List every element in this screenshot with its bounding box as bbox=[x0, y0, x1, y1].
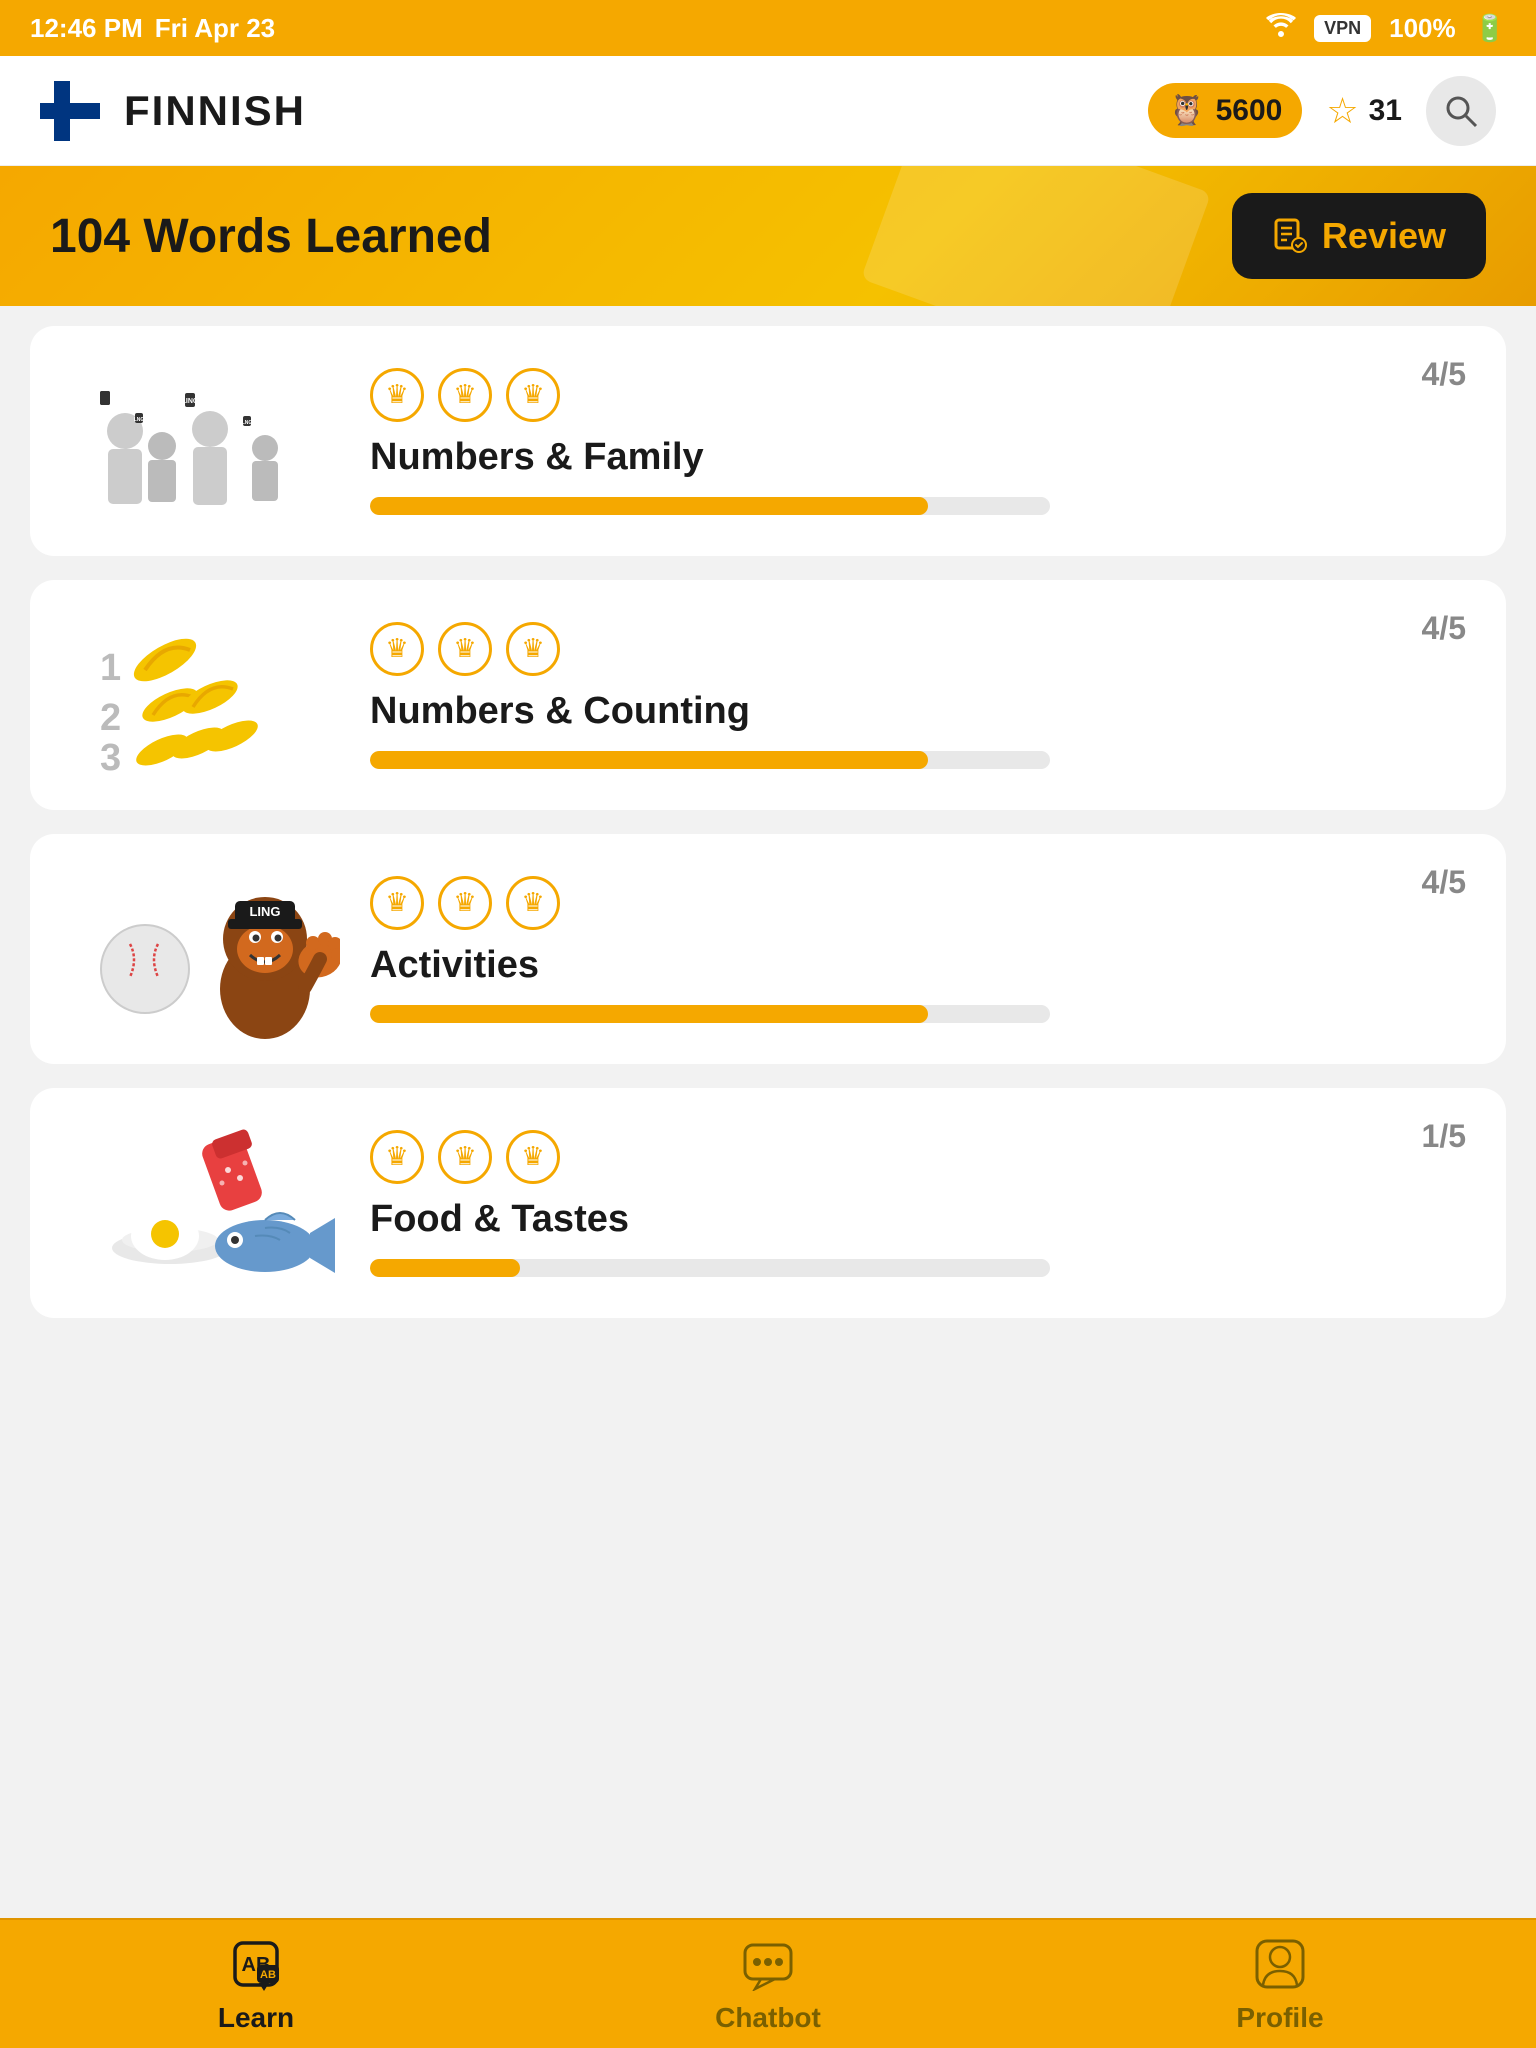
banana-illustration: 1 2 3 bbox=[80, 615, 340, 775]
profile-icon bbox=[1250, 1934, 1310, 1994]
lesson-card-2[interactable]: LING ♛ ♛ ♛ Activities 4/5 bbox=[30, 834, 1506, 1064]
card-illustration-0: LING LNG LING LNG bbox=[70, 356, 350, 526]
card-progress-bar-3 bbox=[370, 1259, 1050, 1277]
battery-display: 100% bbox=[1389, 13, 1456, 44]
lesson-card-3[interactable]: ♛ ♛ ♛ Food & Tastes 1/5 bbox=[30, 1088, 1506, 1318]
card-illustration-2: LING bbox=[70, 864, 350, 1034]
learn-label: Learn bbox=[218, 2002, 294, 2034]
card-score-3: 1/5 bbox=[1422, 1118, 1466, 1155]
profile-label: Profile bbox=[1236, 2002, 1323, 2034]
card-title-0: Numbers & Family bbox=[370, 436, 1466, 479]
card-progress-fill-0 bbox=[370, 497, 928, 515]
nav-learn[interactable]: AB AB Learn bbox=[0, 1934, 512, 2034]
crown-3d: ♛ bbox=[506, 1130, 560, 1184]
card-score-2: 4/5 bbox=[1422, 864, 1466, 901]
svg-text:AB: AB bbox=[260, 1969, 276, 1981]
svg-text:1: 1 bbox=[100, 647, 121, 689]
crown-1: ♛ bbox=[370, 368, 424, 422]
card-crowns-1: ♛ ♛ ♛ bbox=[370, 622, 1466, 676]
crown-1b: ♛ bbox=[370, 622, 424, 676]
search-button[interactable] bbox=[1426, 76, 1496, 146]
review-button[interactable]: Review bbox=[1232, 193, 1486, 279]
food-illustration bbox=[80, 1118, 340, 1288]
language-title: FINNISH bbox=[124, 87, 306, 135]
card-progress-fill-2 bbox=[370, 1005, 928, 1023]
crown-2: ♛ bbox=[438, 368, 492, 422]
search-icon bbox=[1444, 94, 1478, 128]
card-content-3: ♛ ♛ ♛ Food & Tastes bbox=[350, 1130, 1466, 1277]
lesson-card-0[interactable]: LING LNG LING LNG bbox=[30, 326, 1506, 556]
time-display: 12:46 PM bbox=[30, 13, 143, 44]
card-progress-bar-0 bbox=[370, 497, 1050, 515]
crown-3: ♛ bbox=[506, 368, 560, 422]
crown-3c: ♛ bbox=[506, 876, 560, 930]
crown-3b: ♛ bbox=[506, 622, 560, 676]
banner: 104 Words Learned Review bbox=[0, 166, 1536, 306]
lesson-card-1[interactable]: 1 2 3 ♛ ♛ ♛ Numbers & bbox=[30, 580, 1506, 810]
card-title-3: Food & Tastes bbox=[370, 1198, 1466, 1241]
coins-count: 5600 bbox=[1216, 94, 1283, 128]
card-progress-fill-3 bbox=[370, 1259, 520, 1277]
crown-1d: ♛ bbox=[370, 1130, 424, 1184]
card-progress-fill-1 bbox=[370, 751, 928, 769]
vpn-badge: VPN bbox=[1314, 15, 1371, 42]
header: FINNISH 🦉 5600 ☆ 31 bbox=[0, 56, 1536, 166]
header-right: 🦉 5600 ☆ 31 bbox=[1148, 76, 1496, 146]
crown-2c: ♛ bbox=[438, 876, 492, 930]
review-icon bbox=[1272, 218, 1308, 254]
card-crowns-0: ♛ ♛ ♛ bbox=[370, 368, 1466, 422]
card-crowns-2: ♛ ♛ ♛ bbox=[370, 876, 1466, 930]
card-progress-bar-1 bbox=[370, 751, 1050, 769]
header-left: FINNISH bbox=[40, 81, 306, 141]
learn-icon: AB AB bbox=[226, 1934, 286, 1994]
svg-text:LNG: LNG bbox=[134, 417, 145, 423]
main-content: LING LNG LING LNG bbox=[0, 306, 1536, 1918]
wifi-icon bbox=[1266, 13, 1296, 44]
status-bar-left: 12:46 PM Fri Apr 23 bbox=[30, 13, 275, 44]
nav-chatbot[interactable]: Chatbot bbox=[512, 1934, 1024, 2034]
card-crowns-3: ♛ ♛ ♛ bbox=[370, 1130, 1466, 1184]
crown-2d: ♛ bbox=[438, 1130, 492, 1184]
svg-text:LNG: LNG bbox=[242, 420, 253, 426]
card-title-1: Numbers & Counting bbox=[370, 690, 1466, 733]
status-bar: 12:46 PM Fri Apr 23 VPN 100% 🔋 bbox=[0, 0, 1536, 56]
card-illustration-3 bbox=[70, 1118, 350, 1288]
bottom-nav: AB AB Learn Chatbot bbox=[0, 1918, 1536, 2048]
banner-title: 104 Words Learned bbox=[50, 209, 492, 264]
flag-icon bbox=[40, 81, 100, 141]
card-illustration-1: 1 2 3 bbox=[70, 610, 350, 780]
svg-text:2: 2 bbox=[100, 697, 121, 739]
crown-1c: ♛ bbox=[370, 876, 424, 930]
svg-text:LING: LING bbox=[249, 904, 280, 919]
star-icon: ☆ bbox=[1326, 90, 1358, 132]
battery-icon: 🔋 bbox=[1474, 13, 1506, 44]
card-score-1: 4/5 bbox=[1422, 610, 1466, 647]
date-display: Fri Apr 23 bbox=[155, 13, 275, 44]
review-label: Review bbox=[1322, 215, 1446, 257]
crown-2b: ♛ bbox=[438, 622, 492, 676]
card-progress-bar-2 bbox=[370, 1005, 1050, 1023]
nav-profile[interactable]: Profile bbox=[1024, 1934, 1536, 2034]
chatbot-icon bbox=[738, 1934, 798, 1994]
svg-text:LING: LING bbox=[182, 398, 199, 405]
coins-icon: 🦉 bbox=[1168, 93, 1205, 128]
card-content-2: ♛ ♛ ♛ Activities bbox=[350, 876, 1466, 1023]
streak-badge: ☆ 31 bbox=[1326, 90, 1402, 132]
svg-text:3: 3 bbox=[100, 737, 121, 775]
family-illustration: LING LNG LING LNG bbox=[80, 361, 340, 521]
activities-illustration: LING bbox=[80, 859, 340, 1039]
coins-badge: 🦉 5600 bbox=[1148, 83, 1302, 138]
streak-count: 31 bbox=[1369, 94, 1402, 128]
card-content-0: ♛ ♛ ♛ Numbers & Family bbox=[350, 368, 1466, 515]
chatbot-label: Chatbot bbox=[715, 2002, 821, 2034]
card-score-0: 4/5 bbox=[1422, 356, 1466, 393]
status-bar-right: VPN 100% 🔋 bbox=[1266, 13, 1506, 44]
card-title-2: Activities bbox=[370, 944, 1466, 987]
card-content-1: ♛ ♛ ♛ Numbers & Counting bbox=[350, 622, 1466, 769]
